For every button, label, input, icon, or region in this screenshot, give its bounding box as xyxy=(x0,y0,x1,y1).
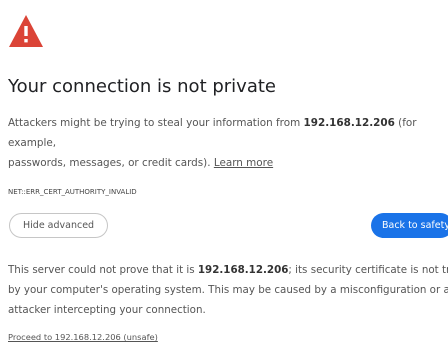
error-code: NET::ERR_CERT_AUTHORITY_INVALID xyxy=(8,188,137,196)
proceed-unsafe-link[interactable]: Proceed to 192.168.12.206 (unsafe) xyxy=(8,332,158,342)
main-message-text: Attackers might be trying to steal your … xyxy=(8,117,304,129)
page-title: Your connection is not private xyxy=(8,76,276,97)
details-message: This server could not prove that it is 1… xyxy=(8,260,448,320)
details-text: ; its security certificate is not truste… xyxy=(288,264,448,276)
main-message: Attackers might be trying to steal your … xyxy=(8,113,440,173)
main-message-text: passwords, messages, or credit cards). xyxy=(8,157,214,169)
details-line: attacker intercepting your connection. xyxy=(8,304,206,316)
warning-icon xyxy=(9,15,43,47)
host-address: 192.168.12.206 xyxy=(303,117,395,129)
details-line: by your computer's operating system. Thi… xyxy=(8,284,448,296)
learn-more-link[interactable]: Learn more xyxy=(214,157,273,169)
details-host-address: 192.168.12.206 xyxy=(197,264,289,276)
details-line: This server could not prove that it is 1… xyxy=(8,260,448,280)
details-text: This server could not prove that it is xyxy=(8,264,198,276)
hide-advanced-button[interactable]: Hide advanced xyxy=(9,213,109,238)
back-to-safety-button[interactable]: Back to safety xyxy=(371,213,448,238)
